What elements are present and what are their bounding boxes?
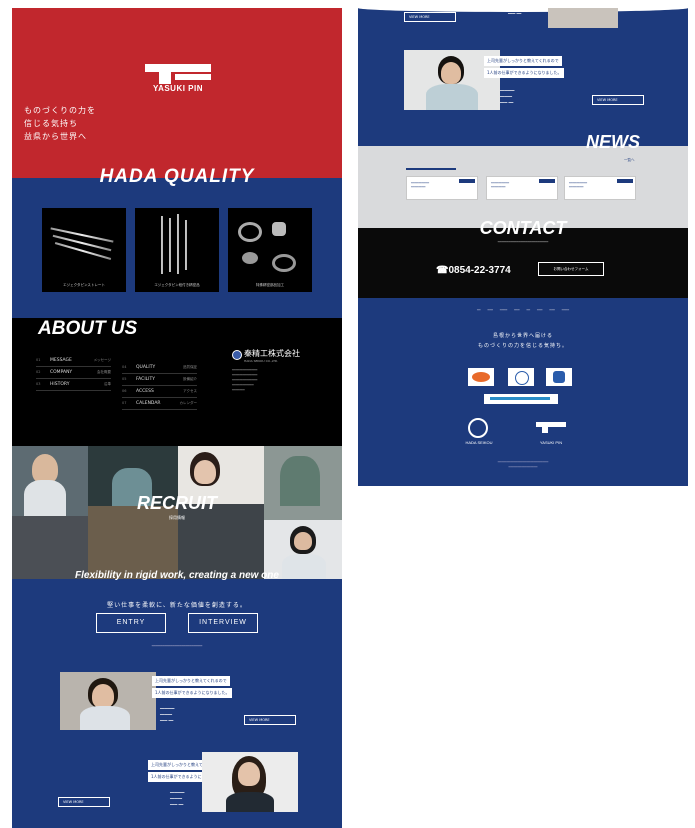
about-us-title: ABOUT US — [38, 318, 138, 339]
footer-copyright: ━━━━━━━━━━━━━━━━━━━━━━━━━━━━ ━━━━━━━━━━━━… — [497, 460, 549, 469]
menu-message[interactable]: 01 MESSAGE メッセージ — [36, 356, 111, 367]
hero-copy: ものづくりの力を 信じる気持ち 益県から世界へ — [24, 106, 96, 141]
yasuki-pin-footer-label: YASUKI PIN — [539, 440, 563, 445]
yasuki-pin-logo[interactable]: YASUKI PIN — [145, 64, 211, 98]
company-text-lines: ━━━━━━━━━━━━━━ ━━━━━━━━━━━━━━ ━━━━━━━━━━━━… — [232, 368, 258, 392]
menu-quality[interactable]: 04 QUALITY 品質保証 — [122, 363, 197, 374]
news-card-1[interactable]: ━━━━━━━━━━ ━━━━━━━━ — [406, 176, 478, 200]
recruit-title: RECRUIT — [137, 493, 217, 513]
interview-2-name: ━━━━━━ ━━━━━ ━━━ ━━ — [170, 790, 185, 807]
interview-1-caption-2: 1人前の仕事ができるようになりました。 — [152, 688, 233, 698]
page-left-column: YASUKI PIN ものづくりの力を 信じる気持ち 益県から世界へ HADA … — [12, 8, 342, 828]
contact-desc: ━━━━━━━━━━━━━━━━━━━━━━━━ — [497, 240, 549, 244]
interview-button[interactable]: INTERVIEW — [188, 613, 258, 633]
interview-1-caption-1: 上司先輩がしっかりと教えてくれるので — [152, 676, 230, 686]
hada-seikou-label: HADA SEIKOU — [465, 440, 493, 445]
company-name: 秦精工株式会社 — [244, 349, 300, 358]
news-more-link[interactable]: 一覧へ — [624, 158, 635, 163]
entry-button[interactable]: ENTRY — [96, 613, 166, 633]
view-more-button-2[interactable]: VIEW MORE — [58, 797, 110, 807]
banner-2[interactable] — [508, 368, 534, 386]
view-more-button-top[interactable]: VIEW MORE — [404, 12, 456, 22]
product-card-straight[interactable]: エジェクタピンストレート — [42, 208, 126, 292]
interview-1-name: ━━━━━━ ━━━━━ ━━━ ━━ — [160, 706, 175, 723]
banner-3[interactable] — [546, 368, 572, 386]
interview-top-photo — [548, 8, 618, 28]
interview-3-caption-2: 1人前の仕事ができるようになりました。 — [484, 68, 565, 78]
view-more-button-1[interactable]: VIEW MORE — [244, 715, 296, 725]
yasuki-pin-footer-logo[interactable] — [536, 422, 566, 427]
banner-1[interactable] — [468, 368, 494, 386]
menu-history[interactable]: 03 HISTORY 沿革 — [36, 380, 111, 391]
footer-line-1: 島根から世界へ届ける — [492, 333, 553, 339]
company-sub: HADA SEIKOU CO.,LTD. — [244, 359, 279, 363]
interview-top-name: ━━━ ━━ — [508, 11, 522, 16]
recruit-subtitle: 採用情報 — [169, 515, 185, 520]
banner-4[interactable] — [484, 394, 558, 404]
page-right-column: VIEW MORE ━━━ ━━ 上司先輩がしっかりと教えてくれるので 1人前の… — [358, 8, 688, 486]
recruit-note: ━━━━━━━━━━━━━━━━━━━━━━━━ — [151, 644, 203, 648]
news-card-3[interactable]: ━━━━━━━━━━ ━━━━━━━━ — [564, 176, 636, 200]
hada-seikou-logo[interactable] — [468, 418, 488, 438]
news-card-2[interactable]: ━━━━━━━━━━ ━━━━━━━━ — [486, 176, 558, 200]
interview-photo-1[interactable] — [60, 672, 156, 730]
interview-photo-2[interactable] — [202, 752, 298, 812]
product-card-stepped[interactable]: エジェクタピン段付き精密品 — [135, 208, 219, 292]
footer-nav[interactable]: ━━ ━━━ ━━━━ ━━━ ━━ ━━━ ━━━ ━━━━ — [358, 308, 688, 312]
menu-facility[interactable]: 05 FACILITY 設備紹介 — [122, 375, 197, 386]
menu-company[interactable]: 02 COMPANY 会社概要 — [36, 368, 111, 379]
menu-calendar[interactable]: 07 CALENDAR カレンダー — [122, 399, 197, 410]
contact-form-button[interactable]: お問い合わせフォーム — [538, 262, 604, 276]
news-label — [406, 168, 456, 170]
footer-line-2: ものづくりの力を信じる気持ち。 — [477, 343, 568, 349]
view-more-button-3[interactable]: VIEW MORE — [592, 95, 644, 105]
menu-access[interactable]: 06 ACCESS アクセス — [122, 387, 197, 398]
logo-text: YASUKI PIN — [152, 84, 204, 93]
hada-quality-title: HADA QUALITY — [99, 166, 255, 187]
news-title: NEWS — [586, 132, 640, 152]
phone-icon: ☎ — [436, 265, 449, 276]
interview-3-caption-1: 上司先輩がしっかりと教えてくれるので — [484, 56, 562, 66]
contact-title: CONTACT — [479, 218, 567, 238]
contact-phone[interactable]: ☎0854-22-3774 — [436, 265, 511, 276]
company-seal-icon — [232, 350, 242, 360]
recruit-jp-line: 堅い仕事を柔軟に、新たな価値を創造する。 — [107, 602, 247, 609]
interview-3-name: ━━━━━━ ━━━━━ ━━━ ━━ — [500, 88, 515, 105]
hero-section: YASUKI PIN ものづくりの力を 信じる気持ち 益県から世界へ — [12, 8, 342, 178]
recruit-tagline: Flexibility in rigid work, creating a ne… — [75, 570, 279, 581]
product-card-special[interactable]: 特殊精密部品加工 — [228, 208, 312, 292]
